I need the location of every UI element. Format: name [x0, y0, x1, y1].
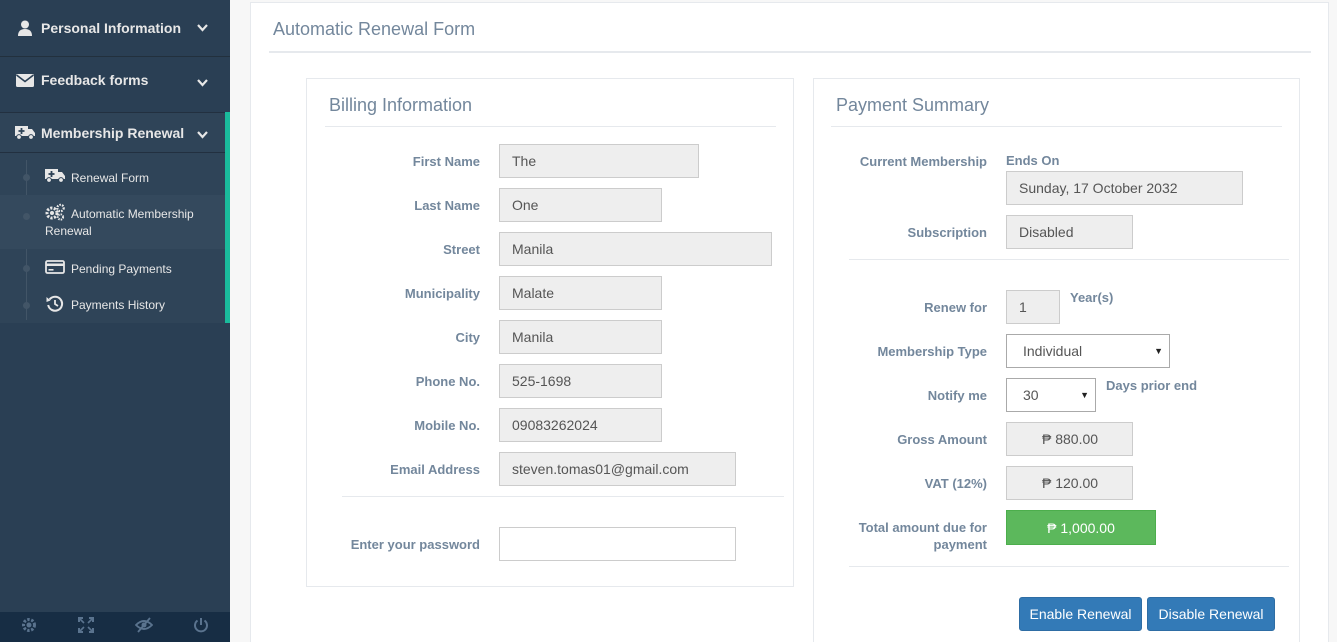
payment-divider [831, 126, 1282, 127]
fullscreen-button[interactable] [58, 612, 116, 642]
sidebar-item-automatic-membership-renewal[interactable]: Automatic Membership Renewal [0, 195, 225, 249]
title-divider [269, 51, 1311, 53]
sidebar-item-label: Renewal Form [71, 171, 150, 185]
billing-information-box: Billing Information First Name The Last … [306, 78, 794, 587]
gross-amount-field[interactable]: ₱ 880.00 [1006, 422, 1133, 456]
municipality-label: Municipality [404, 286, 480, 301]
submenu-dot [23, 265, 30, 272]
nav-personal-information[interactable]: Personal Information [0, 0, 230, 57]
total-amount-badge: ₱ 1,000.00 [1006, 510, 1156, 545]
email-field[interactable]: steven.tomas01@gmail.com [499, 452, 736, 486]
notify-select[interactable]: 30 ▼ [1006, 378, 1096, 412]
gross-amount-label: Gross Amount [897, 432, 987, 447]
payment-title: Payment Summary [836, 95, 990, 115]
billing-title: Billing Information [329, 95, 473, 115]
payment-divider-2 [849, 259, 1289, 260]
billing-divider-2 [342, 496, 784, 497]
sidebar-item-label: Automatic Membership Renewal [45, 207, 194, 238]
ambulance-icon [44, 168, 66, 183]
current-membership-label: Current Membership [859, 154, 987, 169]
municipality-field[interactable]: Malate [499, 276, 662, 310]
settings-button[interactable] [0, 612, 58, 642]
submenu-dot [23, 174, 30, 181]
membership-type-select[interactable]: Individual ▼ [1006, 334, 1170, 368]
vat-label: VAT (12%) [924, 476, 987, 491]
renew-for-field[interactable]: 1 [1006, 290, 1060, 324]
chevron-down-icon [197, 19, 208, 35]
first-name-field[interactable]: The [499, 144, 699, 178]
gear-icon [21, 617, 37, 638]
payment-summary-box: Payment Summary Current Membership Ends … [813, 78, 1300, 642]
history-icon [44, 295, 66, 312]
notify-unit: Days prior end [1106, 378, 1198, 393]
membership-type-label: Membership Type [877, 344, 987, 359]
submenu-dot [23, 213, 30, 220]
subscription-field[interactable]: Disabled [1006, 215, 1133, 249]
subscription-label: Subscription [907, 225, 987, 240]
chevron-down-icon [197, 126, 208, 142]
nav-label: Membership Renewal [41, 124, 185, 141]
disable-renewal-button[interactable]: Disable Renewal [1147, 597, 1275, 631]
sidebar-item-label: Payments History [71, 298, 166, 312]
mobile-field[interactable]: 09083262024 [499, 408, 662, 442]
main-panel: Automatic Renewal Form Billing Informati… [250, 2, 1329, 642]
payment-divider-3 [849, 566, 1289, 567]
ambulance-icon [14, 125, 36, 140]
last-name-label: Last Name [414, 198, 480, 213]
city-field[interactable]: Manila [499, 320, 662, 354]
ends-on-label: Ends On [1006, 153, 1060, 168]
dropdown-caret-icon: ▼ [1154, 346, 1163, 356]
phone-label: Phone No. [415, 374, 480, 389]
ends-on-field[interactable]: Sunday, 17 October 2032 [1006, 171, 1243, 205]
renew-for-label: Renew for [924, 300, 987, 315]
power-icon [193, 617, 209, 638]
notify-value: 30 [1023, 387, 1039, 403]
nav-feedback-forms[interactable]: Feedback forms [0, 52, 230, 108]
user-icon [14, 20, 36, 36]
renew-for-unit: Year(s) [1070, 290, 1114, 305]
envelope-icon [14, 73, 36, 87]
first-name-label: First Name [412, 154, 480, 169]
billing-divider [325, 126, 776, 127]
credit-card-icon [44, 260, 66, 274]
lock-screen-button[interactable] [115, 612, 173, 642]
password-input[interactable] [499, 527, 736, 561]
sidebar-item-pending-payments[interactable]: Pending Payments [0, 250, 225, 286]
notify-label: Notify me [927, 388, 987, 403]
page-title: Automatic Renewal Form [273, 19, 476, 39]
street-label: Street [443, 242, 480, 257]
enable-renewal-button[interactable]: Enable Renewal [1019, 597, 1142, 631]
mobile-label: Mobile No. [414, 418, 480, 433]
logout-button[interactable] [173, 612, 231, 642]
last-name-field[interactable]: One [499, 188, 662, 222]
sidebar: Personal Information Feedback forms Memb… [0, 0, 230, 642]
total-amount-label: Total amount due for payment [858, 520, 987, 552]
sidebar-item-payments-history[interactable]: Payments History [0, 287, 225, 323]
submenu-dot [23, 302, 30, 309]
fullscreen-icon [78, 616, 95, 638]
dropdown-caret-icon: ▼ [1080, 390, 1089, 400]
nav-label: Personal Information [41, 20, 182, 36]
email-label: Email Address [390, 462, 480, 477]
sidebar-item-renewal-form[interactable]: Renewal Form [0, 160, 225, 195]
sidebar-item-label: Pending Payments [71, 262, 172, 276]
eye-slash-icon [134, 616, 154, 638]
phone-field[interactable]: 525-1698 [499, 364, 662, 398]
sidebar-footer [0, 612, 230, 642]
nav-label: Feedback forms [41, 72, 149, 88]
vat-field[interactable]: ₱ 120.00 [1006, 466, 1133, 500]
city-label: City [455, 330, 480, 345]
chevron-down-icon [197, 74, 208, 90]
password-label: Enter your password [350, 537, 480, 552]
membership-type-value: Individual [1023, 343, 1083, 359]
nav-membership-renewal[interactable]: Membership Renewal [0, 112, 225, 153]
street-field[interactable]: Manila [499, 232, 772, 266]
